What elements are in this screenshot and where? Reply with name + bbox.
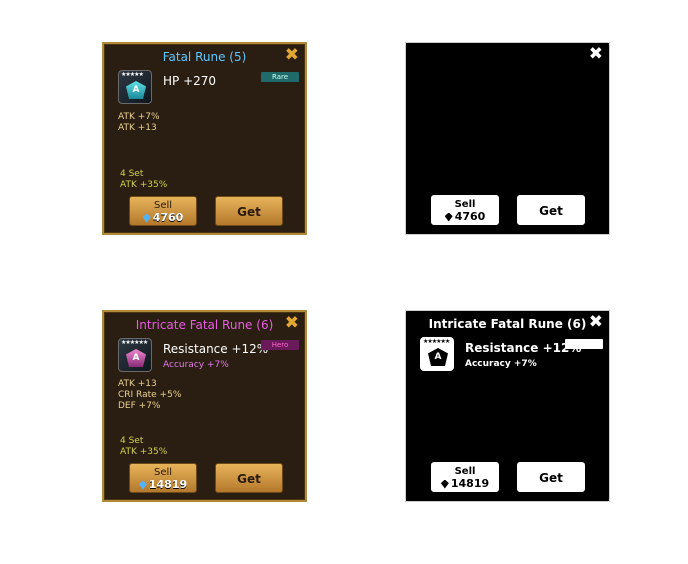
sell-amount: 4760 bbox=[152, 211, 184, 224]
substat: DEF +7% bbox=[118, 401, 161, 411]
prefix-stat: Accuracy +7% bbox=[465, 359, 537, 369]
close-icon[interactable]: ✖ bbox=[285, 314, 299, 332]
sell-price: 4760 bbox=[130, 212, 196, 224]
star-rating: ★★★★★★ bbox=[423, 338, 450, 345]
sell-price: 14819 bbox=[130, 479, 196, 491]
substat: ATK +13 bbox=[118, 123, 157, 133]
sell-button[interactable]: Sell 4760 bbox=[431, 195, 499, 225]
popup-title: Intricate Fatal Rune (6) bbox=[135, 318, 274, 332]
rune-gem-icon: A bbox=[428, 348, 448, 366]
get-label: Get bbox=[237, 472, 261, 486]
set-bonus: 4 Set ATK +35% bbox=[120, 436, 167, 458]
set-bonus-value: ATK +35% bbox=[120, 447, 168, 457]
main-stat: HP +270 bbox=[163, 74, 217, 88]
set-count: 4 Set bbox=[120, 436, 144, 446]
sell-amount: 14819 bbox=[450, 477, 490, 490]
set-bonus: 4 Set ATK +35% bbox=[120, 169, 167, 191]
crystal-icon bbox=[444, 212, 453, 222]
sell-button[interactable]: Sell 14819 bbox=[129, 463, 197, 493]
main-stat: Resistance +12% bbox=[465, 341, 582, 355]
prefix-stat: Accuracy +7% bbox=[163, 360, 229, 370]
rune-popup-mask-5: ✖ Sell 4760 Get bbox=[405, 42, 610, 235]
rune-gem-icon: A bbox=[126, 81, 146, 99]
crystal-icon bbox=[440, 479, 449, 489]
set-bonus-value: ATK +35% bbox=[120, 180, 168, 190]
rune-icon: ★★★★★ A bbox=[118, 70, 152, 104]
sell-price: 4760 bbox=[432, 211, 498, 223]
get-button[interactable]: Get bbox=[517, 462, 585, 492]
main-stat: Resistance +12% bbox=[163, 342, 269, 356]
close-icon[interactable]: ✖ bbox=[285, 46, 299, 64]
close-icon[interactable]: ✖ bbox=[589, 313, 603, 331]
sell-amount: 4760 bbox=[454, 210, 486, 223]
sell-button[interactable]: Sell 4760 bbox=[129, 196, 197, 226]
substat: ATK +13 bbox=[118, 379, 157, 389]
sell-button[interactable]: Sell 14819 bbox=[431, 462, 499, 492]
substat: CRI Rate +5% bbox=[118, 390, 182, 400]
rune-gem-icon: A bbox=[126, 349, 146, 367]
grade-badge: Hero bbox=[261, 340, 299, 350]
grade-badge bbox=[565, 339, 603, 349]
popup-title: Fatal Rune (5) bbox=[162, 50, 247, 64]
substat-list: ATK +13 CRI Rate +5% DEF +7% bbox=[118, 379, 181, 412]
popup-title: Intricate Fatal Rune (6) bbox=[428, 317, 587, 331]
close-icon[interactable]: ✖ bbox=[589, 45, 603, 63]
get-label: Get bbox=[539, 471, 563, 485]
get-label: Get bbox=[237, 205, 261, 219]
star-rating: ★★★★★ bbox=[121, 71, 144, 78]
rune-icon: ★★★★★★ A bbox=[420, 337, 454, 371]
rune-popup-fatal-5: Fatal Rune (5) ✖ ★★★★★ A HP +270 Rare AT… bbox=[102, 42, 307, 235]
crystal-icon bbox=[142, 213, 151, 223]
get-label: Get bbox=[539, 204, 563, 218]
sell-price: 14819 bbox=[432, 478, 498, 490]
rune-icon: ★★★★★★ A bbox=[118, 338, 152, 372]
set-count: 4 Set bbox=[120, 169, 144, 179]
star-rating: ★★★★★★ bbox=[121, 339, 148, 346]
rune-popup-mask-6: Intricate Fatal Rune (6) ✖ ★★★★★★ A Resi… bbox=[405, 310, 610, 502]
get-button[interactable]: Get bbox=[215, 463, 283, 493]
substat: ATK +7% bbox=[118, 112, 160, 122]
get-button[interactable]: Get bbox=[517, 195, 585, 225]
substat-list: ATK +7% ATK +13 bbox=[118, 112, 160, 134]
grade-badge: Rare bbox=[261, 72, 299, 82]
rune-popup-intricate-6: Intricate Fatal Rune (6) ✖ ★★★★★★ A Resi… bbox=[102, 310, 307, 502]
sell-amount: 14819 bbox=[148, 478, 188, 491]
get-button[interactable]: Get bbox=[215, 196, 283, 226]
crystal-icon bbox=[138, 480, 147, 490]
